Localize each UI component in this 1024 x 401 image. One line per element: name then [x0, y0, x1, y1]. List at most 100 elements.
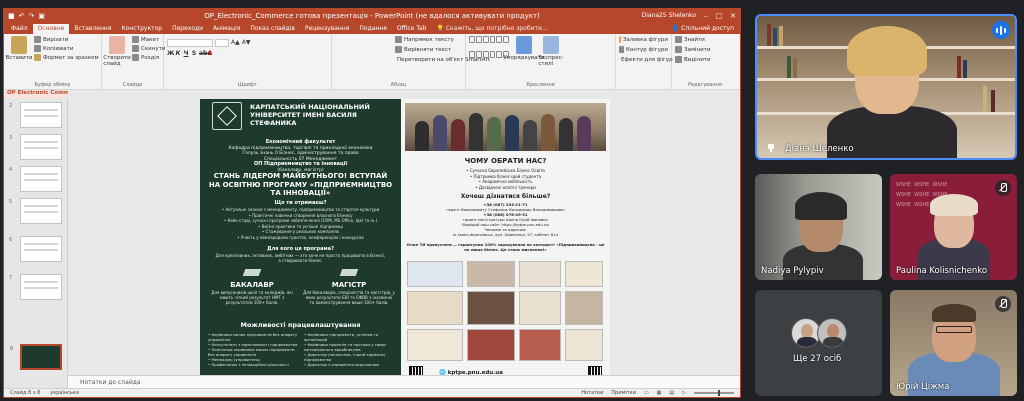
paragraph-group: Напрямок тексту Вирівняти текст Перетвор… — [332, 34, 490, 89]
slide-thumbnail[interactable]: 4 — [9, 166, 62, 192]
cut-button[interactable]: Вирізати — [34, 36, 99, 43]
scissors-icon — [34, 36, 41, 43]
present-icon[interactable]: ▣ — [38, 12, 45, 20]
master-text: Для бакалаврів, спеціалістів та магістрі… — [303, 290, 395, 305]
bold-icon[interactable]: Ж — [167, 50, 174, 57]
tab-home[interactable]: Основне — [32, 24, 70, 34]
shape-effects-label: Ефекти для фігур — [621, 56, 673, 63]
italic-icon[interactable]: К — [175, 50, 181, 57]
video-tile[interactable]: Юрій Ціжма — [890, 290, 1017, 396]
normal-view-icon[interactable]: ▭ — [644, 390, 649, 396]
reading-view-icon[interactable]: ▤ — [669, 390, 674, 396]
save-icon[interactable]: ■ — [8, 12, 15, 20]
notes-pane[interactable]: Нотатки до слайда — [68, 375, 740, 388]
tell-me-search[interactable]: 💡 Скажіть, що потрібно зробити... — [431, 24, 552, 34]
grow-font-icon[interactable]: A▲ — [231, 39, 240, 47]
master-title: МАГІСТР — [331, 281, 367, 289]
align-text-label: Вирівняти текст — [404, 46, 452, 53]
tab-slideshow[interactable]: Показ слайдів — [245, 24, 300, 34]
video-tile[interactable]: Nadiya Pylypiv — [755, 174, 882, 280]
redo-icon[interactable]: ↷ — [29, 12, 35, 20]
text-direction-button[interactable]: Напрямок тексту — [395, 36, 462, 43]
font-name-input[interactable] — [167, 39, 213, 47]
select-button[interactable]: Виділити — [675, 56, 735, 63]
brush-icon — [34, 54, 41, 61]
slide-number: 3 — [9, 135, 13, 141]
replace-icon — [675, 46, 682, 53]
account-name[interactable]: Diana25 Shelenko — [642, 12, 696, 19]
quick-styles-icon — [543, 36, 559, 54]
slide-number: 5 — [9, 199, 13, 205]
tab-view[interactable]: Подання — [354, 24, 391, 34]
copy-label: Копіювати — [43, 45, 74, 52]
layout-button[interactable]: Макет — [132, 36, 165, 43]
slide-canvas[interactable]: КАРПАТСЬКИЙ НАЦІОНАЛЬНИЙ УНІВЕРСИТЕТ ІМЕ… — [68, 90, 740, 388]
section-button[interactable]: Розділ — [132, 54, 165, 61]
minimize-icon[interactable]: – — [704, 12, 708, 20]
strike-icon[interactable]: abc — [199, 50, 211, 57]
list-item: • Кейс-стаді, сучасні програми забезпече… — [223, 218, 378, 223]
comments-toggle[interactable]: Примітки — [611, 390, 636, 396]
for-who-text: Для креативних, активних, амбітних — хто… — [215, 253, 386, 263]
tab-design[interactable]: Конструктор — [116, 24, 167, 34]
shape-fill-button[interactable]: Заливка фігури — [619, 36, 668, 43]
tab-office-tab[interactable]: Office Tab — [392, 24, 432, 34]
reset-label: Скинути — [141, 45, 166, 52]
list-item: • Актуальні знання з менеджменту, підпри… — [221, 207, 380, 212]
shape-effects-button[interactable]: Ефекти для фігур — [619, 56, 673, 63]
slide-thumbnail[interactable]: 6 — [9, 236, 62, 262]
slide-thumbnail[interactable]: 7 — [9, 274, 62, 300]
career-heading: Можливості працевлаштування — [240, 321, 361, 329]
reset-icon — [132, 45, 139, 52]
replace-button[interactable]: Замінити — [675, 46, 735, 53]
meeting-stage: ■ ↶ ↷ ▣ OP_Electronic_Commerce готова пр… — [0, 0, 1024, 401]
zoom-slider[interactable] — [694, 390, 734, 396]
close-icon[interactable]: ✕ — [730, 12, 736, 20]
format-painter-button[interactable]: Формат за зразком — [34, 54, 99, 61]
text-direction-icon — [395, 36, 402, 43]
tab-file[interactable]: Файл — [6, 24, 33, 34]
shrink-font-icon[interactable]: A▼ — [242, 39, 251, 47]
reset-button[interactable]: Скинути — [132, 45, 165, 52]
undo-icon[interactable]: ↶ — [19, 12, 25, 20]
shadow-icon[interactable]: S — [191, 50, 197, 57]
slide-thumbnail[interactable]: 5 — [9, 198, 62, 224]
search-icon — [675, 36, 682, 43]
slide-thumbnail[interactable]: 2 — [9, 102, 62, 128]
slideshow-icon[interactable]: ▷ — [682, 390, 686, 396]
font-size-input[interactable] — [215, 39, 229, 47]
slide-number: 6 — [9, 237, 13, 243]
tab-animations[interactable]: Анімація — [208, 24, 245, 34]
current-slide[interactable]: КАРПАТСЬКИЙ НАЦІОНАЛЬНИЙ УНІВЕРСИТЕТ ІМЕ… — [200, 99, 610, 388]
font-color-icon[interactable]: A — [207, 50, 213, 57]
align-text-button[interactable]: Вирівняти текст — [395, 46, 462, 53]
faculty-title: Економічний факультет — [265, 139, 336, 145]
smartart-button[interactable]: Перетворити на об'єкт SmartArt — [395, 56, 490, 63]
tab-review[interactable]: Рецензування — [300, 24, 354, 34]
underline-icon[interactable]: Ч — [183, 50, 189, 57]
maximize-icon[interactable]: □ — [716, 12, 723, 20]
slogan: СТАНЬ ЛІДЕРОМ МАЙБУТНЬОГО! ВСТУПАЙ НА ОС… — [208, 172, 393, 197]
slide-thumbnail[interactable]: 3 — [9, 134, 62, 160]
sorter-view-icon[interactable]: ▦ — [657, 390, 662, 396]
share-button[interactable]: 👤 Спільний доступ — [666, 24, 740, 34]
graduation-cap-icon — [241, 267, 263, 281]
pin-icon[interactable] — [767, 144, 775, 152]
tab-insert[interactable]: Вставлення — [69, 24, 116, 34]
notes-toggle[interactable]: Нотатки — [581, 390, 603, 396]
shape-outline-button[interactable]: Контур фігури — [619, 46, 668, 53]
video-tile[interactable]: WSHE WSHE WSHE WSHE WSHE WSHE WSHE WSHE WS… — [890, 174, 1017, 280]
tab-transitions[interactable]: Переходи — [167, 24, 208, 34]
find-label: Знайти — [684, 36, 705, 43]
video-tile-active-speaker[interactable]: Діана Шеленко — [755, 14, 1017, 160]
tell-me-label: Скажіть, що потрібно зробити... — [445, 25, 548, 32]
layout-icon — [132, 36, 139, 43]
video-tile-more-participants[interactable]: Ще 27 осіб — [755, 290, 882, 396]
shape-format-group: Заливка фігури Контур фігури Ефекти для … — [616, 34, 673, 89]
cut-label: Вирізати — [43, 36, 69, 43]
find-button[interactable]: Знайти — [675, 36, 735, 43]
language-status[interactable]: українська — [50, 390, 79, 396]
copy-button[interactable]: Копіювати — [34, 45, 99, 52]
slide-thumbnail-selected[interactable]: 8 — [10, 344, 62, 370]
arrange-icon — [516, 36, 532, 54]
